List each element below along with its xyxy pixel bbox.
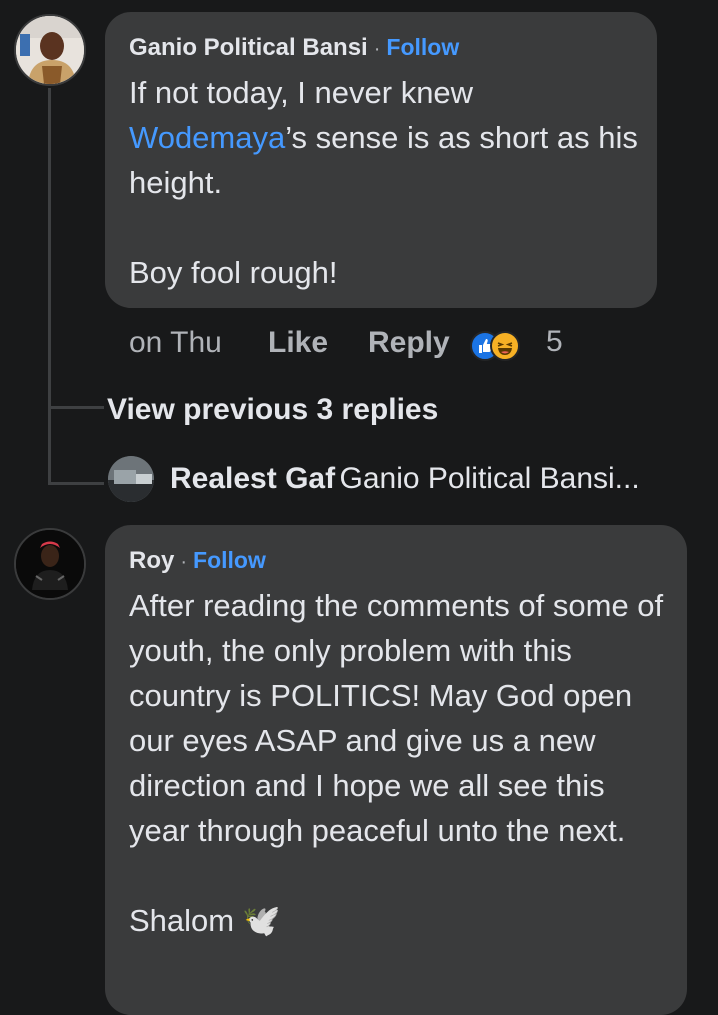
thread-connector [50, 482, 104, 485]
comment-header: Ganio Political Bansi · Follow [129, 34, 459, 62]
avatar[interactable] [108, 456, 154, 502]
dove-emoji: 🕊️ [242, 903, 281, 938]
like-button[interactable]: Like [268, 326, 328, 360]
reply-preview[interactable]: Realest Gaf Ganio Political Bansi... [170, 462, 640, 496]
like-label: Like [268, 326, 329, 359]
thread-line [48, 88, 51, 485]
comment-bubble: Roy · Follow After reading the comments of… [105, 525, 687, 1015]
comment-author[interactable]: Ganio Political Bansi [129, 34, 368, 61]
follow-button[interactable]: Follow [193, 547, 266, 573]
avatar[interactable] [14, 14, 86, 86]
follow-button[interactable]: Follow [386, 34, 459, 60]
comment-text: After reading the comments of some of yo… [129, 583, 669, 943]
comment-actions: on Thu [129, 326, 222, 360]
timestamp[interactable]: on Thu [129, 326, 222, 359]
avatar[interactable] [14, 528, 86, 600]
comment-text: If not today, I never knew Wodemaya’s se… [129, 70, 639, 295]
separator-dot: · [373, 38, 381, 60]
view-previous-replies-button[interactable]: View previous 3 replies [107, 393, 438, 427]
separator-dot: · [180, 551, 188, 573]
reply-author[interactable]: Realest Gaf [170, 462, 335, 495]
comment-bubble: Ganio Political Bansi · Follow If not toda… [105, 12, 657, 308]
mention-link[interactable]: Wodemaya [129, 120, 285, 155]
reaction-count: 5 [546, 325, 563, 358]
reply-snippet: Ganio Political Bansi... [339, 462, 640, 495]
reply-label: Reply [368, 326, 450, 359]
haha-icon [490, 331, 520, 361]
comment-author[interactable]: Roy [129, 547, 174, 574]
comment-header: Roy · Follow [129, 547, 266, 575]
comment-text-part: After reading the comments of some of yo… [129, 588, 664, 938]
reply-button[interactable]: Reply [368, 326, 450, 360]
thread-connector [50, 406, 104, 409]
reactions-summary[interactable]: 5 [470, 325, 563, 363]
comment-text-part: If not today, I never knew [129, 75, 482, 110]
